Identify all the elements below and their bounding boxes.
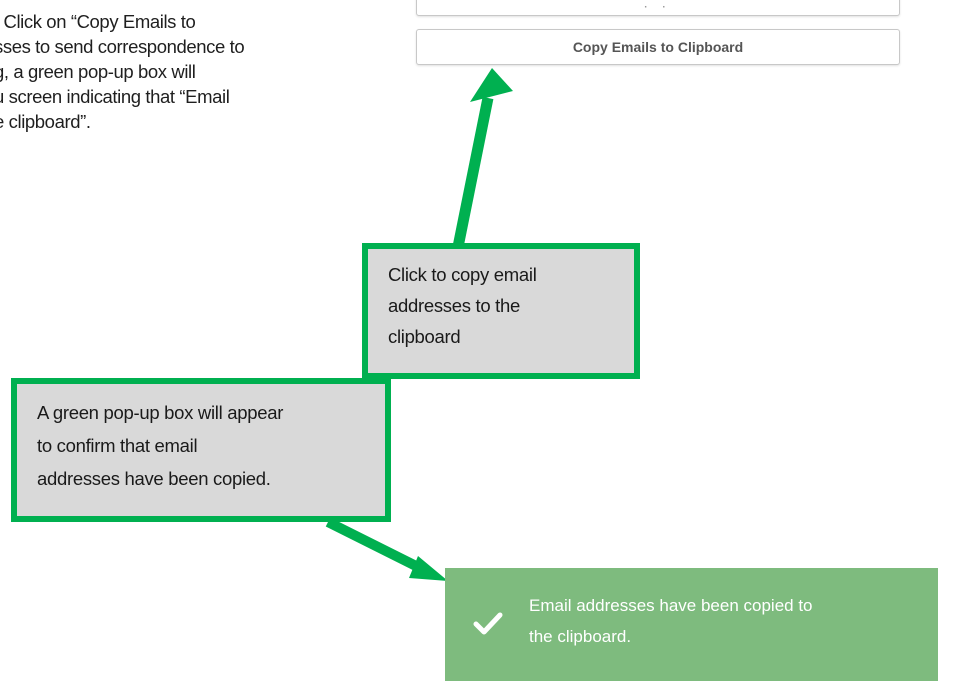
- callout-copy-line-3: clipboard: [388, 326, 461, 347]
- instruction-line-1-text: Click on “Copy Emails to: [0, 11, 196, 32]
- toast-message-line-2: the clipboard.: [529, 627, 632, 646]
- toast-message: Email addresses have been copied to the …: [529, 590, 929, 652]
- instruction-line-3: g, a green pop-up box will: [0, 61, 196, 82]
- callout-popup-line-3: addresses have been copied.: [37, 468, 271, 489]
- toast-message-line-1: Email addresses have been copied to: [529, 596, 813, 615]
- arrow-to-toast: [325, 517, 425, 574]
- instruction-line-5: e clipboard”.: [0, 111, 91, 132]
- cropped-button[interactable]: · ·: [416, 0, 900, 16]
- instruction-line-1: : Click on “Copy Emails to: [0, 9, 364, 34]
- cropped-button-label: · ·: [644, 2, 672, 13]
- copy-emails-button[interactable]: Copy Emails to Clipboard: [416, 29, 900, 65]
- instruction-text: : Click on “Copy Emails to sses to send …: [0, 9, 364, 134]
- callout-popup-line-1: A green pop-up box will appear: [37, 402, 284, 423]
- callout-popup-explanation: A green pop-up box will appear to confir…: [11, 378, 391, 522]
- callout-popup-line-2: to confirm that email: [37, 435, 198, 456]
- arrow-to-toast-head: [409, 556, 448, 581]
- arrow-to-copy-button-head: [470, 68, 513, 102]
- callout-copy-line-2: addresses to the: [388, 295, 520, 316]
- callout-copy-line-1: Click to copy email: [388, 264, 537, 285]
- instruction-line-2: sses to send correspondence to: [0, 36, 245, 57]
- instruction-line-4: u screen indicating that “Email: [0, 86, 230, 107]
- checkmark-icon: [473, 612, 503, 635]
- success-toast[interactable]: Email addresses have been copied to the …: [445, 568, 938, 681]
- callout-copy-instruction: Click to copy email addresses to the cli…: [362, 243, 640, 379]
- arrow-to-copy-button: [452, 96, 494, 249]
